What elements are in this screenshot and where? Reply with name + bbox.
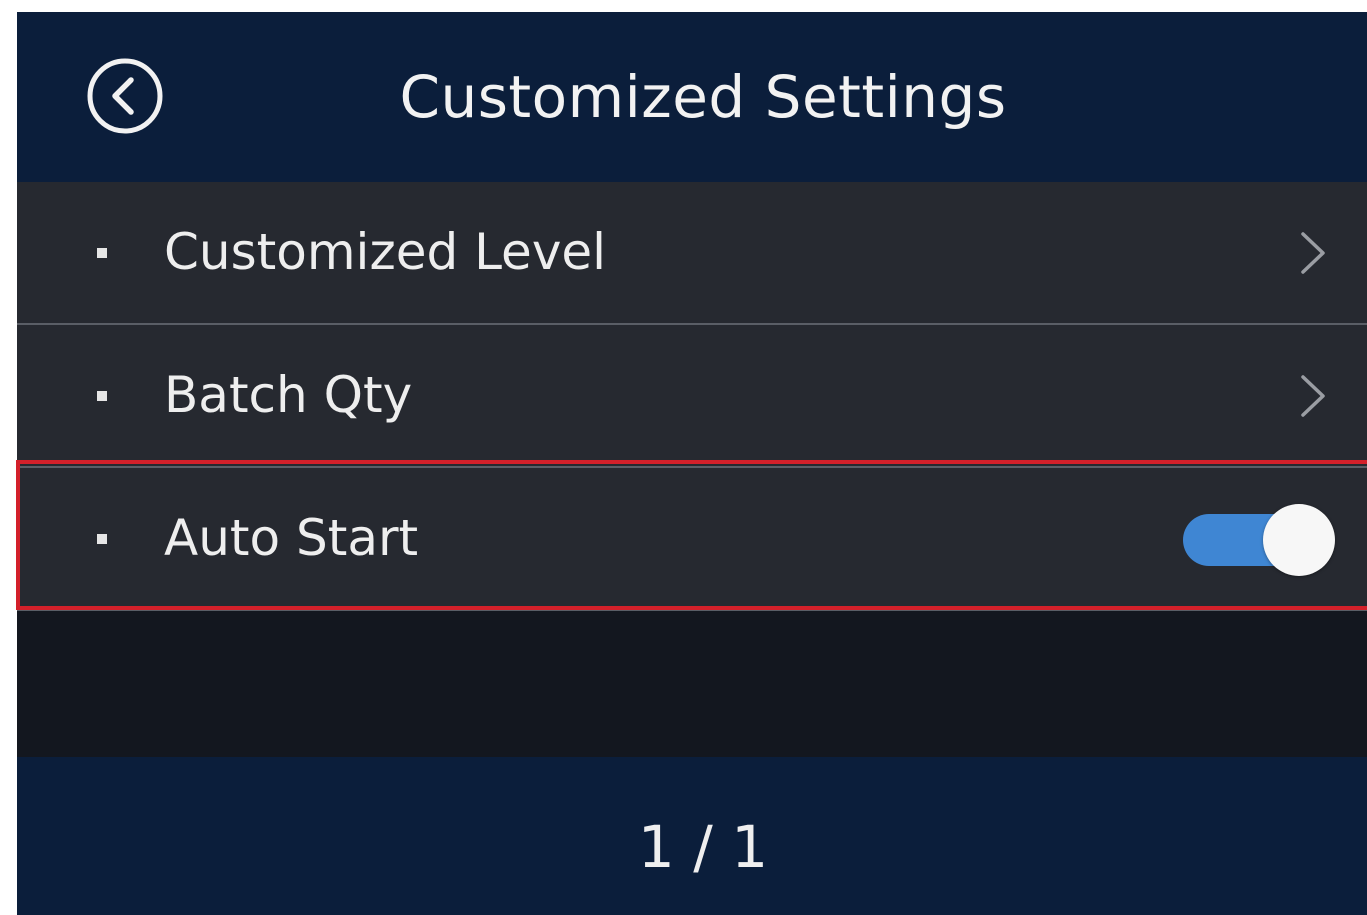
menu-item-auto-start: Auto Start <box>17 468 1367 611</box>
settings-screen: Customized Settings Customized Level Bat… <box>17 12 1367 915</box>
toggle-knob <box>1263 503 1335 576</box>
menu-item-label: Batch Qty <box>164 366 413 424</box>
back-button[interactable] <box>85 56 165 136</box>
menu-item-customized-level[interactable]: Customized Level <box>17 182 1367 325</box>
chevron-right-icon <box>1295 371 1331 421</box>
bullet-icon <box>97 533 107 544</box>
header-bar: Customized Settings <box>17 12 1367 182</box>
bullet-icon <box>97 390 107 401</box>
pagination-indicator: 1 / 1 <box>637 813 769 881</box>
bullet-icon <box>97 247 107 258</box>
chevron-right-icon <box>1295 228 1331 278</box>
footer-bar: 1 / 1 <box>17 757 1367 915</box>
auto-start-toggle[interactable] <box>1183 503 1335 576</box>
page-title: Customized Settings <box>399 63 1007 131</box>
settings-menu: Customized Level Batch Qty Auto Start <box>17 182 1367 611</box>
menu-item-label: Auto Start <box>164 509 419 567</box>
back-circle-icon <box>87 58 163 134</box>
menu-item-label: Customized Level <box>164 223 607 281</box>
menu-item-batch-qty[interactable]: Batch Qty <box>17 325 1367 468</box>
